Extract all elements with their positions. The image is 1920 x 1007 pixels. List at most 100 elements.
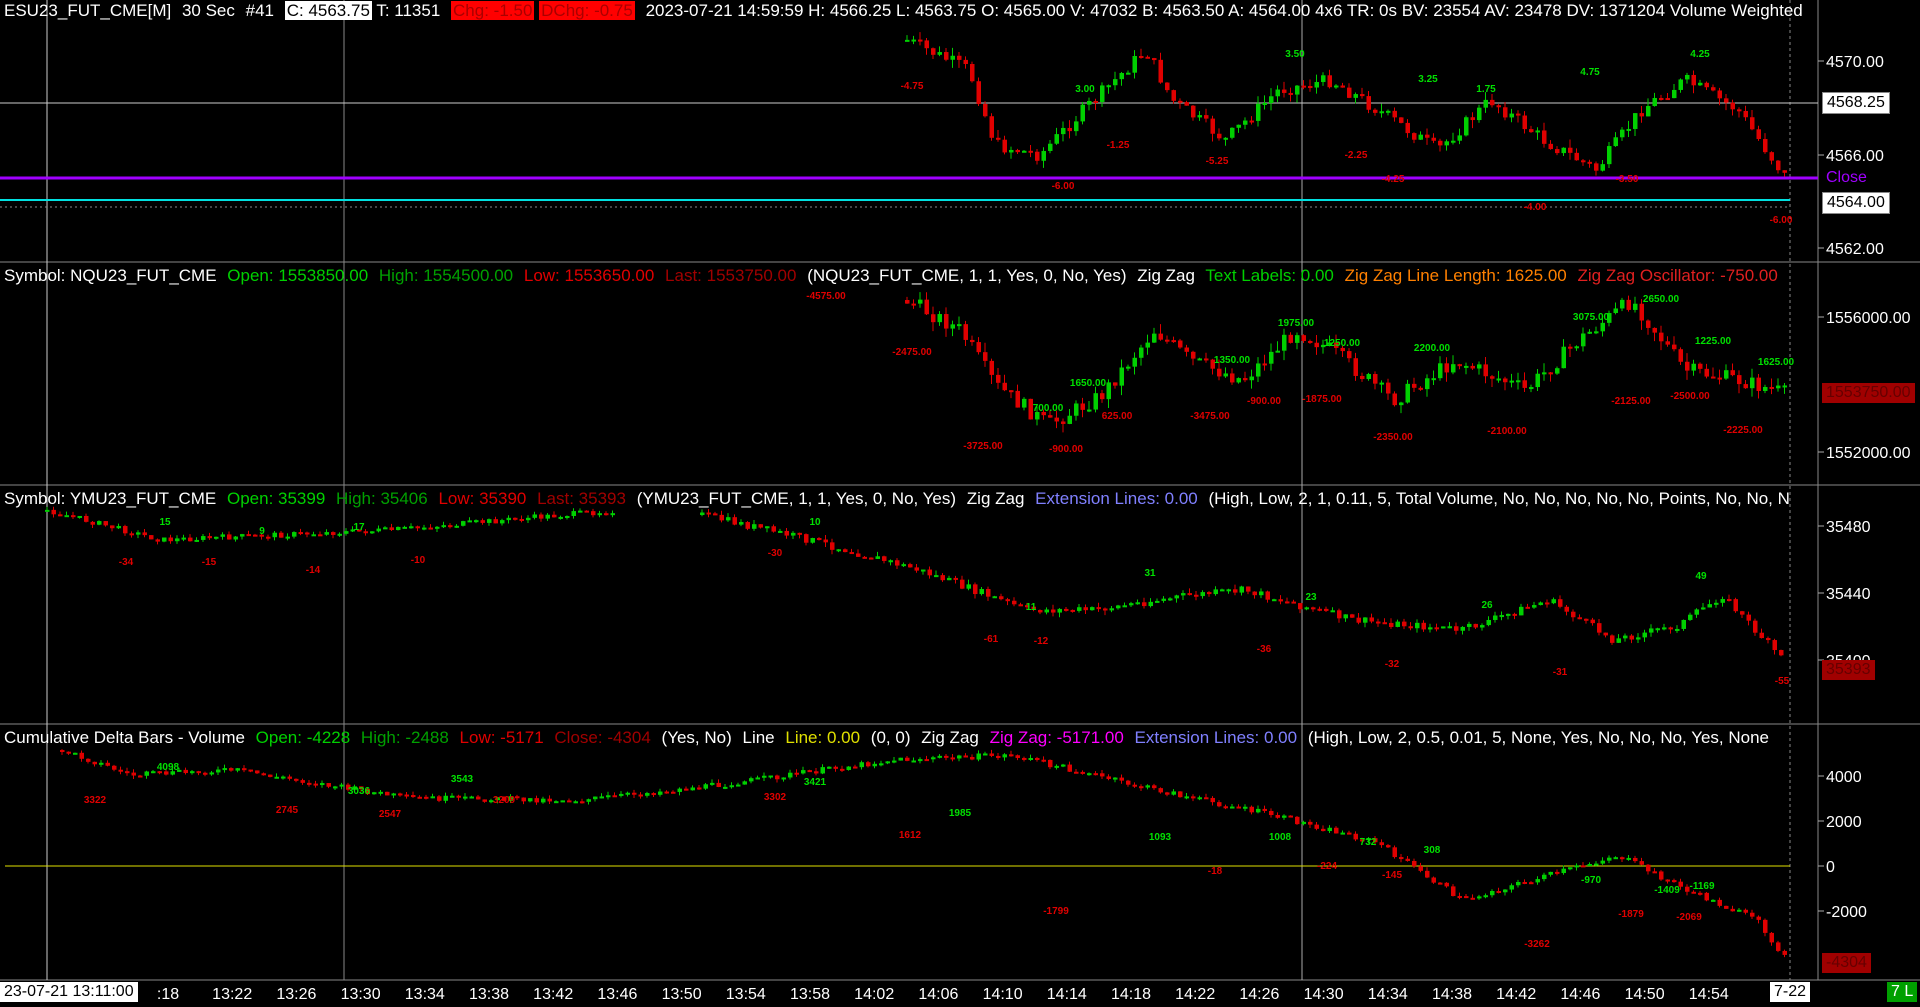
main-candle bbox=[1353, 94, 1358, 98]
cd-candle bbox=[131, 772, 136, 776]
main-zigzag-low-label: -4.25 bbox=[1382, 174, 1405, 185]
nq-zigzag-low-label: -2125.00 bbox=[1611, 396, 1651, 407]
main-candle bbox=[1399, 117, 1404, 123]
cd-candle bbox=[1769, 932, 1774, 943]
cd-candle bbox=[651, 793, 656, 796]
ym-early-candle bbox=[201, 536, 206, 540]
main-zigzag-low-label: -3.50 bbox=[1616, 174, 1639, 185]
cd-candle bbox=[1587, 864, 1592, 867]
nq-candle bbox=[1626, 299, 1631, 310]
cd-candle bbox=[1204, 797, 1209, 800]
ym-candle bbox=[1727, 599, 1732, 602]
ym-candle bbox=[1330, 610, 1335, 613]
cd-candle bbox=[92, 761, 97, 765]
ym-candle bbox=[1252, 591, 1257, 596]
ym-candle bbox=[947, 577, 952, 581]
cd-candle bbox=[1236, 806, 1241, 809]
nq-candle bbox=[1282, 334, 1287, 351]
main-candle bbox=[1730, 102, 1735, 110]
cd-candle bbox=[1314, 824, 1319, 829]
main-symbol[interactable]: ESU23_FUT_CME[M] bbox=[4, 1, 171, 20]
ym-candle bbox=[797, 532, 802, 535]
cd-candle bbox=[1750, 912, 1755, 917]
cd-title[interactable]: Cumulative Delta Bars - Volume bbox=[4, 728, 245, 747]
ym-candle bbox=[1694, 609, 1699, 615]
cd-candle bbox=[937, 755, 942, 758]
nq-zigzag-high-label: 1250.00 bbox=[1324, 338, 1361, 349]
ym-candle bbox=[1772, 640, 1777, 651]
cd-candle bbox=[274, 776, 279, 779]
cd-candle bbox=[372, 792, 377, 795]
cd-candle bbox=[632, 792, 637, 795]
cd-candle bbox=[1782, 950, 1787, 955]
nq-candle bbox=[1431, 378, 1436, 381]
ym-early-candle bbox=[51, 509, 56, 515]
ym-candle bbox=[856, 553, 861, 557]
cd-candle bbox=[1158, 788, 1163, 793]
cd-candle bbox=[1054, 765, 1059, 768]
ym-candle bbox=[1428, 627, 1433, 630]
cd-candle bbox=[879, 763, 884, 766]
ym-candle bbox=[1116, 605, 1121, 609]
ym-candle bbox=[1441, 626, 1446, 629]
nq-zigzag-low-label: -1875.00 bbox=[1302, 394, 1342, 405]
time-label: 13:42 bbox=[533, 986, 573, 1003]
cd-candle bbox=[1756, 916, 1761, 920]
cd-candle bbox=[66, 751, 71, 754]
ym-early-candle bbox=[162, 537, 167, 542]
cd-candle bbox=[443, 795, 448, 801]
main-candle bbox=[1080, 104, 1085, 122]
cd-candle bbox=[1600, 860, 1605, 864]
cd-zigzag-high-label: 308 bbox=[1424, 845, 1441, 856]
cd-candle bbox=[645, 793, 650, 796]
ym-candle bbox=[1064, 608, 1069, 611]
ym-early-candle bbox=[279, 532, 284, 538]
time-label: 13:30 bbox=[341, 986, 381, 1003]
nq-candle bbox=[1269, 351, 1274, 364]
ym-early-candle bbox=[467, 520, 472, 523]
ym-candle bbox=[804, 534, 809, 543]
ym-candle bbox=[986, 589, 991, 597]
nq-candle bbox=[1730, 370, 1735, 376]
ym-early-candle bbox=[110, 525, 115, 529]
nq-symbol[interactable]: Symbol: NQU23_FUT_CME bbox=[4, 266, 217, 285]
ym-candle bbox=[1213, 589, 1218, 595]
ym-candle bbox=[700, 512, 705, 515]
ym-candle bbox=[752, 524, 757, 529]
cd-candle bbox=[1470, 897, 1475, 900]
time-label: 13:50 bbox=[662, 986, 702, 1003]
main-candle bbox=[1256, 103, 1261, 121]
ym-tick-label: 35440 bbox=[1826, 586, 1871, 603]
main-candle bbox=[1581, 160, 1586, 163]
nq-candle bbox=[924, 299, 929, 315]
main-zigzag-low-label: -2.25 bbox=[1345, 150, 1368, 161]
main-zigzag-high-label: 4.25 bbox=[1690, 49, 1710, 60]
nq-tick-label: 1556000.00 bbox=[1826, 310, 1911, 327]
status-indicator[interactable]: 7 L bbox=[1887, 982, 1918, 1002]
ym-symbol[interactable]: Symbol: YMU23_FUT_CME bbox=[4, 489, 216, 508]
main-candle bbox=[1171, 90, 1176, 101]
ym-early-candle bbox=[123, 526, 128, 534]
cd-candle bbox=[476, 796, 481, 800]
cd-zigzag-low-label: -18 bbox=[1208, 866, 1223, 877]
ym-candle bbox=[1376, 621, 1381, 624]
cd-candle bbox=[1652, 871, 1657, 874]
main-candle bbox=[1386, 110, 1391, 113]
time-label: 14:02 bbox=[854, 986, 894, 1003]
ym-early-candle bbox=[584, 510, 589, 513]
ym-candle bbox=[1408, 626, 1413, 629]
nq-candle bbox=[1483, 364, 1488, 377]
cd-candle bbox=[1334, 827, 1339, 834]
nq-zigzag-low-label: -3725.00 bbox=[963, 441, 1003, 452]
cd-candle bbox=[1444, 882, 1449, 887]
ym-early-candle bbox=[383, 527, 388, 530]
cd-header: Cumulative Delta Bars - Volume Open: -42… bbox=[4, 727, 1819, 749]
time-label: 14:30 bbox=[1304, 986, 1344, 1003]
time-label: 13:34 bbox=[405, 986, 445, 1003]
cd-candle bbox=[554, 801, 559, 804]
nq-candle bbox=[1587, 331, 1592, 334]
nq-zigzag-low-label: -900.00 bbox=[1247, 396, 1281, 407]
cd-candle bbox=[73, 752, 78, 755]
ym-zigzag-low-label: -55 bbox=[1775, 676, 1790, 687]
nq-zigzag-high-label: 1225.00 bbox=[1695, 336, 1732, 347]
